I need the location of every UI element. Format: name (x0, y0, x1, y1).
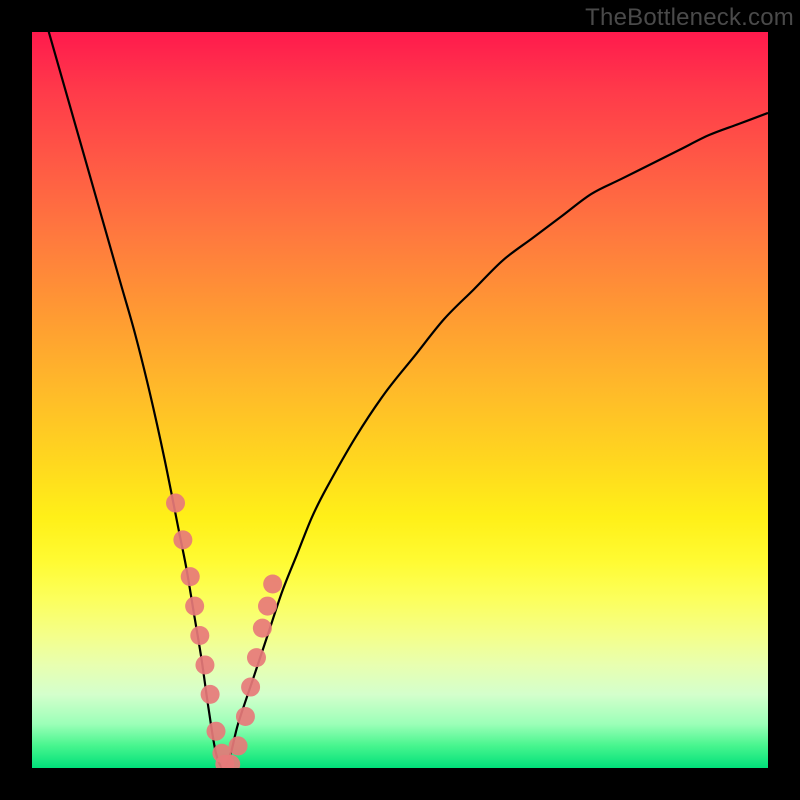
watermark-text: TheBottleneck.com (585, 4, 794, 32)
bottleneck-curve (32, 32, 768, 768)
curve-layer (32, 32, 768, 768)
data-marker (236, 707, 255, 726)
data-marker (207, 722, 226, 741)
data-marker (229, 736, 248, 755)
data-marker (247, 648, 266, 667)
data-marker (201, 685, 220, 704)
data-marker (190, 626, 209, 645)
chart-frame: TheBottleneck.com (0, 0, 800, 800)
plot-area (32, 32, 768, 768)
data-marker (181, 567, 200, 586)
data-markers (166, 494, 282, 768)
data-marker (241, 678, 260, 697)
data-marker (173, 530, 192, 549)
data-marker (258, 597, 277, 616)
data-marker (263, 575, 282, 594)
data-marker (195, 655, 214, 674)
data-marker (253, 619, 272, 638)
data-marker (166, 494, 185, 513)
curve-line (32, 32, 768, 768)
data-marker (185, 597, 204, 616)
